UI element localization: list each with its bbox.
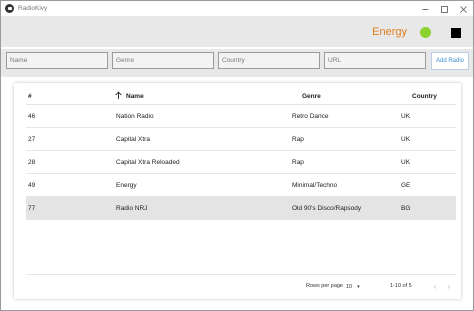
- cell-country: UK: [401, 113, 411, 120]
- window-title: RadioKivy: [18, 5, 48, 12]
- table-row-selected[interactable]: 77 Radio NRJ Old 90's Disco/Rapsody BG: [26, 197, 456, 220]
- cell-country: GE: [401, 182, 411, 189]
- table-row[interactable]: 49 Energy Minimal/Techno GE: [26, 174, 456, 197]
- cell-genre: Rap: [292, 136, 304, 143]
- window-controls: [416, 1, 473, 17]
- add-radio-button[interactable]: Add Radio: [431, 52, 469, 70]
- table-row[interactable]: 46 Nation Radio Retro Dance UK: [26, 105, 456, 128]
- cell-num: 28: [28, 159, 36, 166]
- stop-button[interactable]: [451, 28, 461, 38]
- close-icon[interactable]: [454, 1, 473, 17]
- maximize-icon[interactable]: [435, 1, 454, 17]
- cell-name: Radio NRJ: [116, 205, 148, 212]
- cell-name: Capital Xtra Reloaded: [116, 159, 180, 166]
- column-header-genre[interactable]: Genre: [302, 93, 321, 100]
- table-row[interactable]: 27 Capital Xtra Rap UK: [26, 128, 456, 151]
- header-bar: Energy: [1, 17, 473, 47]
- cell-genre: Rap: [292, 159, 304, 166]
- column-header-num[interactable]: #: [28, 93, 32, 100]
- page-range-label: 1-10 of 5: [390, 283, 412, 289]
- cell-num: 49: [28, 182, 36, 189]
- cell-name: Energy: [116, 182, 137, 189]
- filter-bar: Add Radio: [1, 49, 473, 77]
- app-logo-icon: [5, 4, 14, 13]
- cell-genre: Minimal/Techno: [292, 182, 338, 189]
- table-pagination: Rows per page 10 ▾ 1-10 of 5 ‹ ›: [26, 274, 456, 297]
- cell-name: Nation Radio: [116, 113, 154, 120]
- cell-name: Capital Xtra: [116, 136, 150, 143]
- caret-down-icon: ▾: [357, 283, 360, 290]
- cell-num: 46: [28, 113, 36, 120]
- radio-table: # Name Genre Country 46 Nation Radio Ret…: [14, 83, 461, 299]
- country-filter-input[interactable]: [218, 52, 320, 69]
- current-mood-label: Energy: [372, 26, 407, 38]
- chevron-left-icon[interactable]: ‹: [430, 280, 440, 292]
- status-dot[interactable]: [420, 27, 431, 38]
- arrow-up-icon[interactable]: [114, 91, 123, 100]
- table-header: # Name Genre Country: [26, 89, 456, 105]
- column-header-country[interactable]: Country: [412, 93, 437, 100]
- title-bar: RadioKivy: [1, 1, 473, 17]
- minimize-icon[interactable]: [416, 1, 435, 17]
- cell-genre: Old 90's Disco/Rapsody: [292, 205, 362, 212]
- cell-country: UK: [401, 159, 411, 166]
- table-row[interactable]: 28 Capital Xtra Reloaded Rap UK: [26, 151, 456, 174]
- genre-filter-input[interactable]: [112, 52, 214, 69]
- column-header-name[interactable]: Name: [126, 93, 144, 100]
- cell-country: BG: [401, 205, 411, 212]
- cell-num: 27: [28, 136, 36, 143]
- rows-per-page-value: 10: [346, 283, 353, 290]
- cell-genre: Retro Dance: [292, 113, 329, 120]
- app-window: RadioKivy Energy Add Radio #: [0, 0, 474, 311]
- cell-num: 77: [28, 205, 36, 212]
- url-filter-input[interactable]: [324, 52, 426, 69]
- chevron-right-icon[interactable]: ›: [444, 280, 454, 292]
- rows-per-page-select[interactable]: 10 ▾: [346, 281, 370, 292]
- cell-country: UK: [401, 136, 411, 143]
- name-filter-input[interactable]: [6, 52, 108, 69]
- rows-per-page-label: Rows per page: [306, 283, 343, 289]
